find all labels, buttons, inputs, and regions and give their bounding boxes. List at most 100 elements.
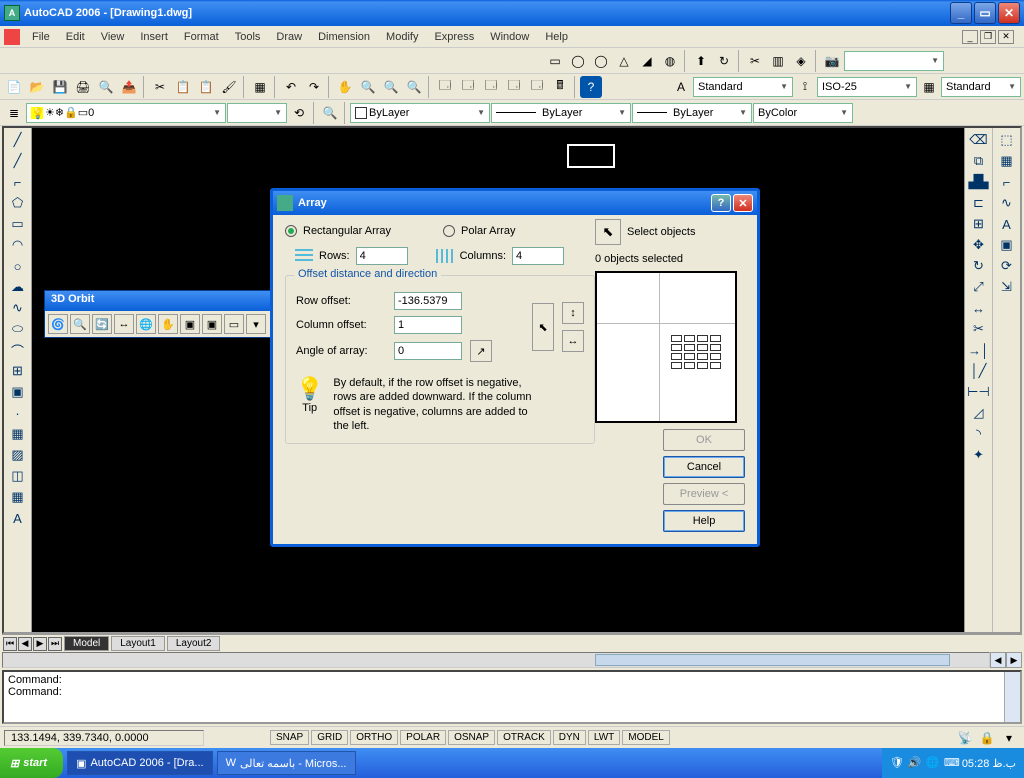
blockeditor-icon[interactable]: ▦: [249, 76, 271, 98]
row-offset-input[interactable]: [394, 292, 462, 310]
undo-icon[interactable]: ↶: [280, 76, 302, 98]
plot-icon[interactable]: 🖨: [72, 76, 94, 98]
filter-icon[interactable]: 🔍: [319, 102, 341, 124]
mirror-icon[interactable]: ▟▙: [967, 172, 991, 192]
lwt-button[interactable]: LWT: [588, 730, 620, 745]
orbit-back-icon[interactable]: ▣: [202, 314, 222, 334]
tab-next-button[interactable]: ▶: [33, 637, 47, 651]
torus-icon[interactable]: ◍: [659, 50, 681, 72]
xline-icon[interactable]: ╱: [6, 151, 30, 171]
toolpal-icon[interactable]: 🗔: [480, 76, 502, 98]
calc-icon[interactable]: 🖩: [549, 76, 571, 98]
hscroll-left[interactable]: ◀: [990, 652, 1006, 668]
cancel-button[interactable]: Cancel: [663, 456, 745, 478]
line-icon[interactable]: ╱: [6, 130, 30, 150]
maximize-button[interactable]: ▭: [974, 2, 996, 24]
gradient-icon[interactable]: ▨: [6, 445, 30, 465]
col-offset-input[interactable]: [394, 316, 462, 334]
tab-prev-button[interactable]: ◀: [18, 637, 32, 651]
box-icon[interactable]: ▭: [544, 50, 566, 72]
paste-icon[interactable]: 📋: [195, 76, 217, 98]
tab-layout1[interactable]: Layout1: [111, 636, 165, 651]
menu-help[interactable]: Help: [537, 29, 576, 45]
spline-icon[interactable]: ∿: [6, 298, 30, 318]
mtext-icon[interactable]: A: [6, 508, 30, 528]
stretch-icon[interactable]: ↔: [967, 298, 991, 318]
tablestyle-dropdown[interactable]: Standard▼: [941, 77, 1021, 97]
extend-icon[interactable]: →│: [967, 340, 991, 360]
snap-button[interactable]: SNAP: [270, 730, 309, 745]
preview-button[interactable]: Preview <: [663, 483, 745, 505]
menu-window[interactable]: Window: [482, 29, 537, 45]
grid-button[interactable]: GRID: [311, 730, 348, 745]
dialog-close-button[interactable]: ✕: [733, 194, 753, 212]
menu-insert[interactable]: Insert: [132, 29, 176, 45]
array-icon[interactable]: ⊞: [967, 214, 991, 234]
break-icon[interactable]: │╱: [967, 361, 991, 381]
cols-input[interactable]: [512, 247, 564, 265]
scale-icon[interactable]: ⤢: [967, 277, 991, 297]
pick-row-button[interactable]: ↕: [562, 302, 584, 324]
editPline-icon[interactable]: ⌐: [995, 172, 1019, 192]
task-autocad[interactable]: ▣AutoCAD 2006 - [Dra...: [67, 751, 213, 775]
setup-icon[interactable]: 📷: [821, 50, 843, 72]
publish-icon[interactable]: 📤: [118, 76, 140, 98]
region-icon[interactable]: ◫: [6, 466, 30, 486]
dimstyle-dropdown[interactable]: ISO-25▼: [817, 77, 917, 97]
revolve-icon[interactable]: ↻: [713, 50, 735, 72]
menu-edit[interactable]: Edit: [58, 29, 93, 45]
move-icon[interactable]: ✥: [967, 235, 991, 255]
linetype-dropdown[interactable]: ByLayer▼: [491, 103, 631, 123]
model-button[interactable]: MODEL: [622, 730, 670, 745]
menu-tools[interactable]: Tools: [227, 29, 269, 45]
sphere-icon[interactable]: ◯: [567, 50, 589, 72]
mdi-restore[interactable]: ❐: [980, 30, 996, 44]
menu-express[interactable]: Express: [426, 29, 482, 45]
interfere-icon[interactable]: ◈: [790, 50, 812, 72]
start-button[interactable]: ⊞start: [0, 748, 63, 778]
cmd-scrollbar[interactable]: [1004, 672, 1020, 722]
select-objects-button[interactable]: ⬉: [595, 219, 621, 245]
qnew-icon[interactable]: 📄: [3, 76, 25, 98]
tab-first-button[interactable]: ⏮: [3, 637, 17, 651]
color-dropdown[interactable]: ByLayer▼: [350, 103, 490, 123]
plotcolor-dropdown[interactable]: ByColor▼: [753, 103, 853, 123]
zoomprev-icon[interactable]: 🔍: [403, 76, 425, 98]
dialog-titlebar[interactable]: Array ? ✕: [273, 191, 757, 215]
save-icon[interactable]: 💾: [49, 76, 71, 98]
trim-icon[interactable]: ✂: [967, 319, 991, 339]
layer-dropdown[interactable]: 💡☀❄🔒▭ 0▼: [26, 103, 226, 123]
orbit-pan-icon[interactable]: ✋: [158, 314, 178, 334]
ellipse-icon[interactable]: ⬭: [6, 319, 30, 339]
arc-icon[interactable]: ◠: [6, 235, 30, 255]
layerprev-icon[interactable]: ⟲: [288, 102, 310, 124]
orbit-zoom-icon[interactable]: 🔍: [70, 314, 90, 334]
menu-file[interactable]: File: [24, 29, 58, 45]
orbit-swivel-icon[interactable]: 🔄: [92, 314, 112, 334]
draworder-icon[interactable]: ⬚: [995, 130, 1019, 150]
orbit-more-icon[interactable]: ▾: [246, 314, 266, 334]
tray-icon[interactable]: ▾: [998, 727, 1020, 749]
dialog-help-button[interactable]: ?: [711, 194, 731, 212]
properties-icon[interactable]: 🗔: [434, 76, 456, 98]
erase-icon[interactable]: ⌫: [967, 130, 991, 150]
polygon-icon[interactable]: ⬠: [6, 193, 30, 213]
block-icon[interactable]: ▣: [6, 382, 30, 402]
preview-icon[interactable]: 🔍: [95, 76, 117, 98]
layermgr-icon[interactable]: ≣: [3, 102, 25, 124]
pick-both-button[interactable]: ⬉: [532, 303, 554, 351]
hscroll[interactable]: ◀ ▶: [2, 652, 1022, 668]
tab-last-button[interactable]: ⏭: [48, 637, 62, 651]
slice-icon[interactable]: ✂: [744, 50, 766, 72]
help-icon[interactable]: ?: [580, 76, 602, 98]
editAttr-icon[interactable]: A: [995, 214, 1019, 234]
orbit-front-icon[interactable]: ▣: [180, 314, 200, 334]
cylinder-icon[interactable]: ◯: [590, 50, 612, 72]
osnap-button[interactable]: OSNAP: [448, 730, 495, 745]
ortho-button[interactable]: ORTHO: [350, 730, 398, 745]
table-icon[interactable]: ▦: [6, 487, 30, 507]
polar-array-radio[interactable]: [443, 225, 455, 237]
angle-input[interactable]: [394, 342, 462, 360]
rect-array-radio[interactable]: [285, 225, 297, 237]
textstyle-icon[interactable]: A: [670, 76, 692, 98]
